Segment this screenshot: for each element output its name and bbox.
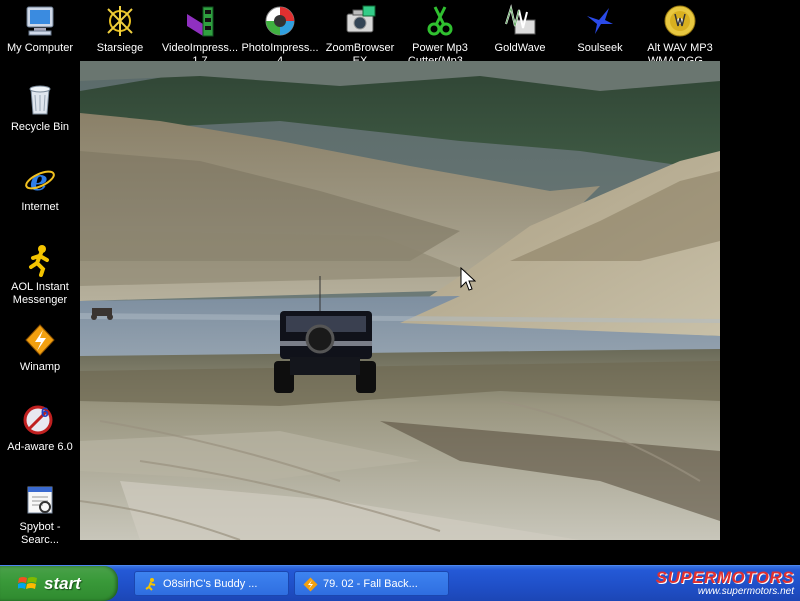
aim-running-man-icon xyxy=(23,243,57,277)
taskbar: start O8sirhC's Buddy ... 79. 02 - Fall … xyxy=(0,565,800,601)
wallpaper-image xyxy=(80,61,720,540)
desktop-icon-photoimpression[interactable]: PhotoImpress... 4 xyxy=(240,2,320,68)
ad-aware-icon: 6 xyxy=(23,403,57,437)
my-computer-icon xyxy=(23,4,57,38)
taskbar-button-buddy-chat[interactable]: O8sirhC's Buddy ... xyxy=(134,571,289,596)
taskbar-button-label: 79. 02 - Fall Back... xyxy=(323,578,418,590)
scissors-icon xyxy=(423,4,457,38)
desktop-icon-label: Soulseek xyxy=(577,42,623,54)
watermark: SUPERMOTORS www.supermotors.net xyxy=(656,568,794,597)
desktop-icon-recycle-bin[interactable]: Recycle Bin xyxy=(0,81,80,134)
desktop-icon-label: Internet xyxy=(21,201,59,213)
mouse-cursor xyxy=(460,266,477,293)
photoimpression-icon xyxy=(263,4,297,38)
winamp-icon xyxy=(303,577,318,592)
starsiege-icon xyxy=(103,4,137,38)
videoimpression-icon xyxy=(183,4,217,38)
zoombrowser-camera-icon xyxy=(343,4,377,38)
desktop-icon-soulseek[interactable]: Soulseek xyxy=(560,2,640,55)
watermark-brand: SUPERMOTORS xyxy=(655,568,794,587)
svg-text:e: e xyxy=(30,164,48,197)
taskbar-button-label: O8sirhC's Buddy ... xyxy=(163,578,258,590)
desktop-icon-videoimpression[interactable]: VideoImpress... 1.7 xyxy=(160,2,240,68)
desktop-icon-zoombrowser[interactable]: ZoomBrowser EX xyxy=(320,2,400,68)
internet-explorer-icon: e xyxy=(23,163,57,197)
desktop-icon-my-computer[interactable]: My Computer xyxy=(0,2,80,55)
desktop-icon-winamp[interactable]: Winamp xyxy=(0,321,80,374)
desktop-icon-spybot[interactable]: Spybot - Searc... xyxy=(0,481,80,547)
alt-wav-mp3-cd-icon xyxy=(663,4,697,38)
desktop-icon-label: Ad-aware 6.0 xyxy=(7,441,73,453)
svg-text:6: 6 xyxy=(41,404,49,420)
goldwave-icon xyxy=(503,4,537,38)
desktop-icon-label: My Computer xyxy=(6,42,74,54)
desktop-icon-alt-wav-mp3[interactable]: Alt WAV MP3 WMA OGG... xyxy=(640,2,720,68)
desktop-icon-label: Spybot - Searc... xyxy=(19,521,61,546)
desktop-icon-starsiege[interactable]: Starsiege xyxy=(80,2,160,55)
start-label: start xyxy=(44,574,81,593)
desktop-icon-internet[interactable]: e Internet xyxy=(0,161,80,214)
start-button[interactable]: start xyxy=(0,566,118,601)
aim-running-man-icon xyxy=(143,577,158,592)
spybot-icon xyxy=(23,483,57,517)
winamp-icon xyxy=(23,323,57,357)
soulseek-bird-icon xyxy=(583,4,617,38)
desktop-icon-label: Recycle Bin xyxy=(10,121,70,133)
desktop-icon-ad-aware[interactable]: 6 Ad-aware 6.0 xyxy=(0,401,80,454)
desktop-icon-goldwave[interactable]: GoldWave xyxy=(480,2,560,55)
desktop-icon-label: AOL Instant Messenger xyxy=(11,281,69,306)
windows-logo-icon xyxy=(17,575,38,593)
desktop-icon-label: Winamp xyxy=(19,361,61,373)
desktop-icon-power-mp3-cutter[interactable]: Power Mp3 Cutter(Mp3... xyxy=(400,2,480,68)
desktop: My Computer Recycle Bin e Internet AOL I… xyxy=(0,0,800,565)
desktop-icon-label: GoldWave xyxy=(494,42,546,54)
recycle-bin-icon xyxy=(23,83,57,117)
taskbar-button-winamp[interactable]: 79. 02 - Fall Back... xyxy=(294,571,449,596)
desktop-icon-label: Starsiege xyxy=(96,42,144,54)
desktop-icon-aol-instant-messenger[interactable]: AOL Instant Messenger xyxy=(0,241,80,307)
